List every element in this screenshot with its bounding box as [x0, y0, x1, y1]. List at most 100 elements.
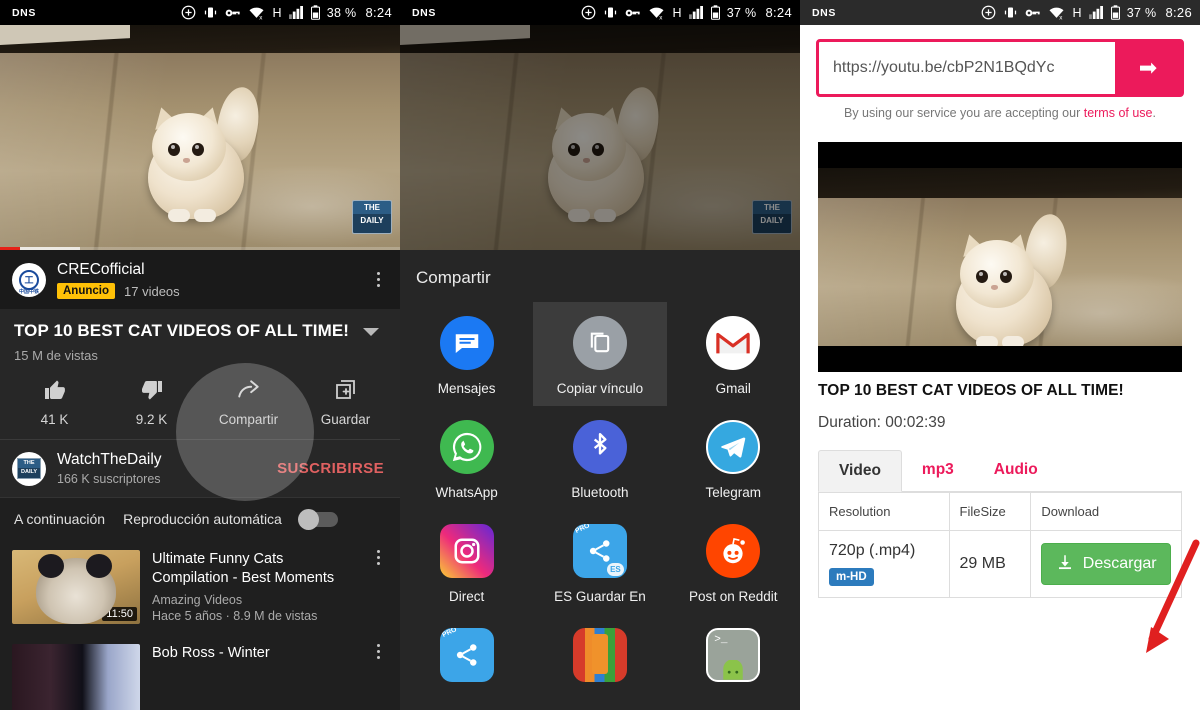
- wifi-off-icon: x: [648, 6, 665, 20]
- suggested-text: Ultimate Funny Cats Compilation - Best M…: [152, 550, 356, 624]
- thumbnail-cat-ear-right: [86, 554, 112, 579]
- url-bar: ➡: [816, 39, 1184, 97]
- video-progress-bar[interactable]: [0, 247, 400, 250]
- list-item[interactable]: Bob Ross - Winter: [0, 634, 400, 710]
- terms-notice: By using our service you are accepting o…: [816, 97, 1184, 120]
- signal-icon: [1088, 6, 1104, 19]
- downloader-video-title: TOP 10 BEST CAT VIDEOS OF ALL TIME!: [818, 382, 1124, 399]
- autoplay-label: Reproducción automática: [123, 511, 282, 528]
- kitten-head: [152, 113, 226, 181]
- wifi-off-icon: x: [248, 6, 265, 20]
- hspa-icon: H: [1072, 5, 1082, 20]
- vibrate-icon: [603, 5, 618, 20]
- suggested-overflow-menu-icon[interactable]: [368, 644, 388, 710]
- table-row: 720p (.mp4) m-HD 29 MB Descargar: [818, 530, 1182, 598]
- share-target-whatsapp[interactable]: WhatsApp: [400, 406, 533, 510]
- gmail-icon: [706, 316, 761, 370]
- share-target-mensajes[interactable]: Mensajes: [400, 302, 533, 406]
- cell-filesize: 29 MB: [948, 530, 1032, 598]
- status-bar-2: DNS x H 37 % 8:24: [400, 0, 800, 25]
- video-meta: TOP 10 BEST CAT VIDEOS OF ALL TIME! 15 M…: [0, 309, 400, 364]
- kitten-eye-right: [192, 143, 204, 156]
- crec-logo-icon: 工 中国中铁: [16, 266, 42, 295]
- battery-icon: [310, 5, 320, 20]
- share-button[interactable]: Compartir: [200, 377, 297, 427]
- battery-percent-1: 38 %: [326, 5, 357, 20]
- wifi-off-icon: x: [1048, 6, 1065, 20]
- ad-banner[interactable]: 工 中国中铁 CRECofficial Anuncio 17 videos: [0, 250, 400, 310]
- format-tabs: Video mp3 Audio: [818, 450, 1182, 492]
- clock-1: 8:24: [365, 5, 392, 20]
- suggested-duration: 11:50: [102, 607, 137, 622]
- tab-audio[interactable]: Audio: [974, 450, 1058, 491]
- descargar-button[interactable]: Descargar: [1041, 543, 1171, 585]
- telegram-icon: [706, 420, 761, 474]
- video-action-bar: 41 K 9.2 K Compartir Guardar: [0, 363, 400, 502]
- share-target-label: ES Guardar En: [554, 589, 646, 604]
- terminal-prompt: >_: [714, 634, 728, 646]
- status-carrier-2: DNS: [412, 6, 436, 19]
- autoplay-toggle[interactable]: [297, 508, 338, 530]
- url-search-area: ➡ By using our service you are accepting…: [800, 25, 1200, 120]
- clock-3: 8:26: [1165, 5, 1192, 20]
- quality-badge: m-HD: [829, 568, 874, 586]
- panel-share-sheet: DNS x H 37 % 8:24 THE DAILY Compartir Me…: [400, 0, 800, 710]
- instagram-direct-icon: [439, 524, 494, 578]
- share-target-row3-c[interactable]: >_: [667, 614, 800, 703]
- video-player[interactable]: THE DAILY: [0, 25, 400, 250]
- suggested-text: Bob Ross - Winter: [152, 644, 356, 710]
- channel-avatar: THE DAILY: [12, 451, 46, 486]
- panel-youtube-watch: DNS x H 38 % 8:24 THE DAILY 工 中国中铁 CRECo…: [0, 0, 400, 710]
- suggested-meta: Hace 5 años · 8.9 M de vistas: [152, 608, 318, 623]
- suggested-thumbnail: [12, 644, 140, 710]
- downloader-duration: Duration: 00:02:39: [818, 414, 946, 431]
- share-sheet-scrim[interactable]: [400, 25, 800, 250]
- es-share-pro-icon: PRO: [439, 628, 494, 682]
- share-target-row3-a[interactable]: PRO: [400, 614, 533, 703]
- battery-percent-2: 37 %: [726, 5, 757, 20]
- video-thumbnail-preview: [818, 142, 1182, 372]
- tab-mp3[interactable]: mp3: [902, 450, 974, 491]
- url-input[interactable]: [819, 42, 1115, 94]
- svg-text:x: x: [1060, 14, 1064, 20]
- suggested-overflow-menu-icon[interactable]: [368, 550, 388, 624]
- list-item[interactable]: 11:50 Ultimate Funny Cats Compilation - …: [0, 540, 400, 634]
- clock-2: 8:24: [765, 5, 792, 20]
- share-target-label: Bluetooth: [571, 485, 629, 500]
- like-button[interactable]: 41 K: [6, 377, 103, 427]
- share-target-gmail[interactable]: Gmail: [667, 302, 800, 406]
- table-header-row: Resolution FileSize Download: [818, 492, 1182, 531]
- status-bar-3: DNS x H 37 % 8:26: [800, 0, 1200, 25]
- kitten-nose: [183, 158, 190, 163]
- share-target-es-guardar-en[interactable]: PRO ES ES Guardar En: [533, 510, 666, 614]
- terms-of-use-link[interactable]: terms of use: [1084, 106, 1153, 120]
- share-target-direct[interactable]: Direct: [400, 510, 533, 614]
- share-target-bluetooth[interactable]: Bluetooth: [533, 406, 666, 510]
- dislike-button[interactable]: 9.2 K: [103, 377, 200, 427]
- share-target-copiar-vinculo[interactable]: Copiar vínculo: [533, 302, 667, 406]
- submit-url-button[interactable]: ➡: [1115, 42, 1181, 94]
- add-to-playlist-icon: [333, 377, 359, 403]
- letterbox-top: [818, 142, 1182, 168]
- share-target-label: Mensajes: [437, 381, 496, 396]
- status-carrier-3: DNS: [812, 6, 836, 19]
- header-filesize: FileSize: [948, 492, 1032, 531]
- suggested-title: Bob Ross - Winter: [152, 645, 270, 662]
- suggested-channel: Amazing Videos: [152, 592, 243, 607]
- ad-overflow-menu-icon[interactable]: [368, 272, 388, 288]
- kitten-eye-left: [976, 270, 988, 283]
- share-target-label: Direct: [449, 589, 485, 604]
- save-button[interactable]: Guardar: [297, 377, 394, 427]
- share-target-label: Telegram: [705, 485, 761, 500]
- ad-avatar: 工 中国中铁: [12, 262, 46, 297]
- panel-downloader: DNS x H 37 % 8:26 https://youtu.be/cbP2N…: [800, 0, 1200, 710]
- share-target-post-on-reddit[interactable]: Post on Reddit: [667, 510, 800, 614]
- sync-icon: [581, 5, 596, 20]
- share-target-row3-b[interactable]: [533, 614, 666, 703]
- share-target-telegram[interactable]: Telegram: [667, 406, 800, 510]
- expand-description-chevron-down-icon[interactable]: [363, 328, 380, 337]
- bluetooth-icon: [572, 420, 627, 474]
- battery-icon: [1110, 5, 1120, 20]
- tab-video[interactable]: Video: [818, 450, 902, 492]
- download-options-table: Resolution FileSize Download 720p (.mp4)…: [818, 492, 1182, 598]
